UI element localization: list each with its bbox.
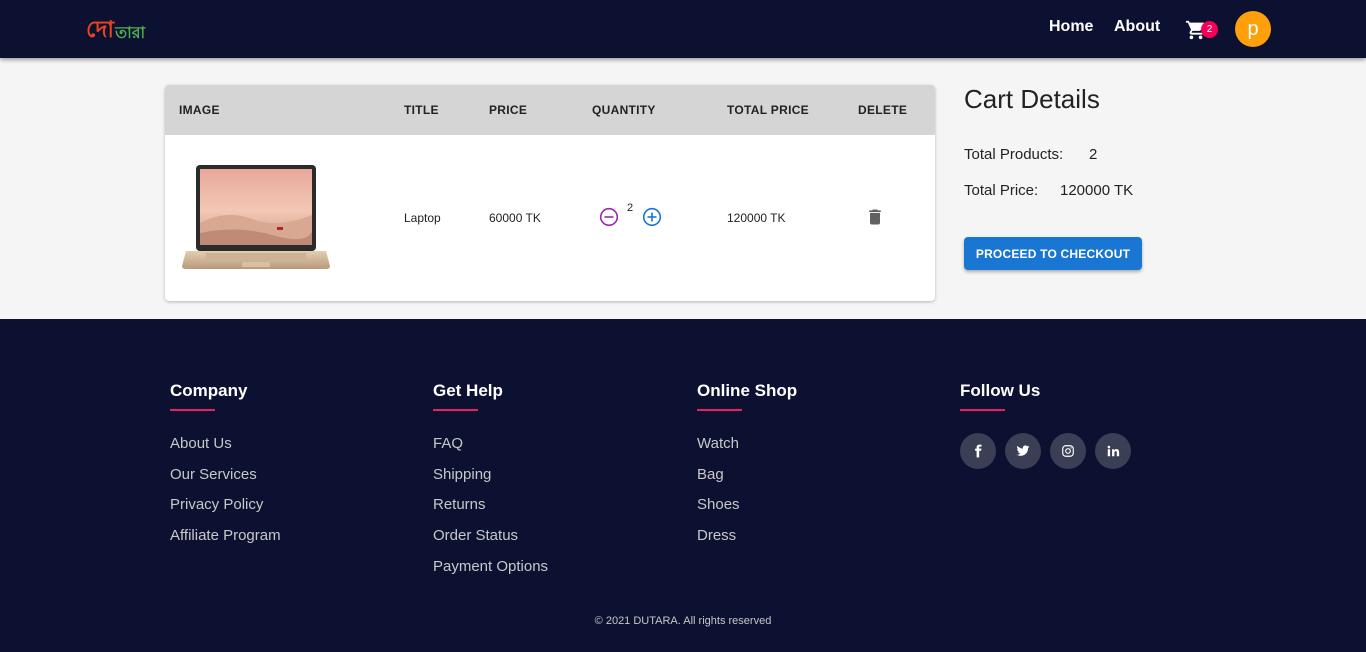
footer-link-bag[interactable]: Bag: [697, 465, 797, 496]
column-header-total-price: TOTAL PRICE: [727, 103, 809, 117]
column-header-title: TITLE: [404, 103, 439, 117]
footer-link-faq[interactable]: FAQ: [433, 434, 548, 465]
footer-heading-follow-us: Follow Us: [960, 381, 1041, 400]
footer-link-about-us[interactable]: About Us: [170, 434, 281, 465]
total-products-label: Total Products:: [964, 146, 1064, 163]
footer-column-company: Company About Us Our Services Privacy Po…: [170, 381, 281, 557]
heading-underline: [433, 409, 478, 411]
table-header: IMAGE TITLE PRICE QUANTITY TOTAL PRICE D…: [165, 85, 935, 135]
delete-icon[interactable]: [865, 207, 885, 227]
logo-part-2: তারা: [115, 23, 146, 42]
row-price: 60000 TK: [489, 211, 541, 225]
instagram-icon: [1062, 445, 1074, 457]
footer-link-payment-options[interactable]: Payment Options: [433, 557, 548, 588]
column-header-delete: DELETE: [858, 103, 908, 117]
twitter-icon: [1016, 445, 1030, 456]
heading-underline: [170, 409, 215, 411]
avatar[interactable]: p: [1235, 11, 1271, 47]
footer-heading-online-shop: Online Shop: [697, 381, 798, 400]
footer-link-affiliate-program[interactable]: Affiliate Program: [170, 526, 281, 557]
row-title: Laptop: [404, 211, 441, 225]
quantity-value: 2: [627, 202, 634, 214]
footer-column-follow-us: Follow Us: [960, 381, 1140, 469]
column-header-image: IMAGE: [179, 103, 220, 117]
instagram-link[interactable]: [1050, 433, 1086, 469]
footer-link-shoes[interactable]: Shoes: [697, 495, 797, 526]
linkedin-link[interactable]: [1095, 433, 1131, 469]
footer-link-order-status[interactable]: Order Status: [433, 526, 548, 557]
footer-link-dress[interactable]: Dress: [697, 526, 797, 557]
cart-details-title: Cart Details: [964, 84, 1100, 114]
column-header-price: PRICE: [489, 103, 528, 117]
navbar: দো তারা Home About 2 p: [0, 0, 1366, 58]
column-header-quantity: QUANTITY: [592, 103, 656, 117]
row-total-price: 120000 TK: [727, 211, 786, 225]
facebook-link[interactable]: [960, 433, 996, 469]
footer: Company About Us Our Services Privacy Po…: [0, 319, 1366, 652]
facebook-icon: [975, 444, 982, 458]
social-links: [960, 433, 1140, 469]
cart-button[interactable]: 2: [1185, 18, 1219, 42]
footer-heading-get-help: Get Help: [433, 381, 503, 400]
nav-about-link[interactable]: About: [1114, 18, 1160, 36]
footer-link-privacy-policy[interactable]: Privacy Policy: [170, 495, 281, 526]
linkedin-icon: [1107, 445, 1120, 457]
footer-column-get-help: Get Help FAQ Shipping Returns Order Stat…: [433, 381, 548, 587]
site-logo[interactable]: দো তারা: [86, 12, 145, 44]
copyright-text: © 2021 DUTARA. All rights reserved: [594, 615, 772, 627]
total-products-value: 2: [1089, 146, 1098, 163]
decrease-quantity-button[interactable]: [599, 207, 619, 227]
cart-count-badge: 2: [1201, 21, 1218, 38]
footer-heading-company: Company: [170, 381, 248, 400]
cart-table: IMAGE TITLE PRICE QUANTITY TOTAL PRICE D…: [165, 85, 935, 301]
nav-home-link[interactable]: Home: [1049, 18, 1093, 36]
laptop-product-image: [182, 165, 330, 269]
heading-underline: [697, 409, 742, 411]
footer-column-online-shop: Online Shop Watch Bag Shoes Dress: [697, 381, 797, 557]
proceed-to-checkout-button[interactable]: PROCEED TO CHECKOUT: [964, 237, 1142, 270]
logo-part-1: দো: [86, 16, 115, 43]
total-price-label: Total Price:: [964, 182, 1039, 199]
total-price-value: 120000 TK: [1060, 182, 1134, 199]
twitter-link[interactable]: [1005, 433, 1041, 469]
heading-underline: [960, 409, 1005, 411]
footer-link-returns[interactable]: Returns: [433, 495, 548, 526]
increase-quantity-button[interactable]: [642, 207, 662, 227]
footer-link-our-services[interactable]: Our Services: [170, 465, 281, 496]
footer-link-watch[interactable]: Watch: [697, 434, 797, 465]
footer-link-shipping[interactable]: Shipping: [433, 465, 548, 496]
